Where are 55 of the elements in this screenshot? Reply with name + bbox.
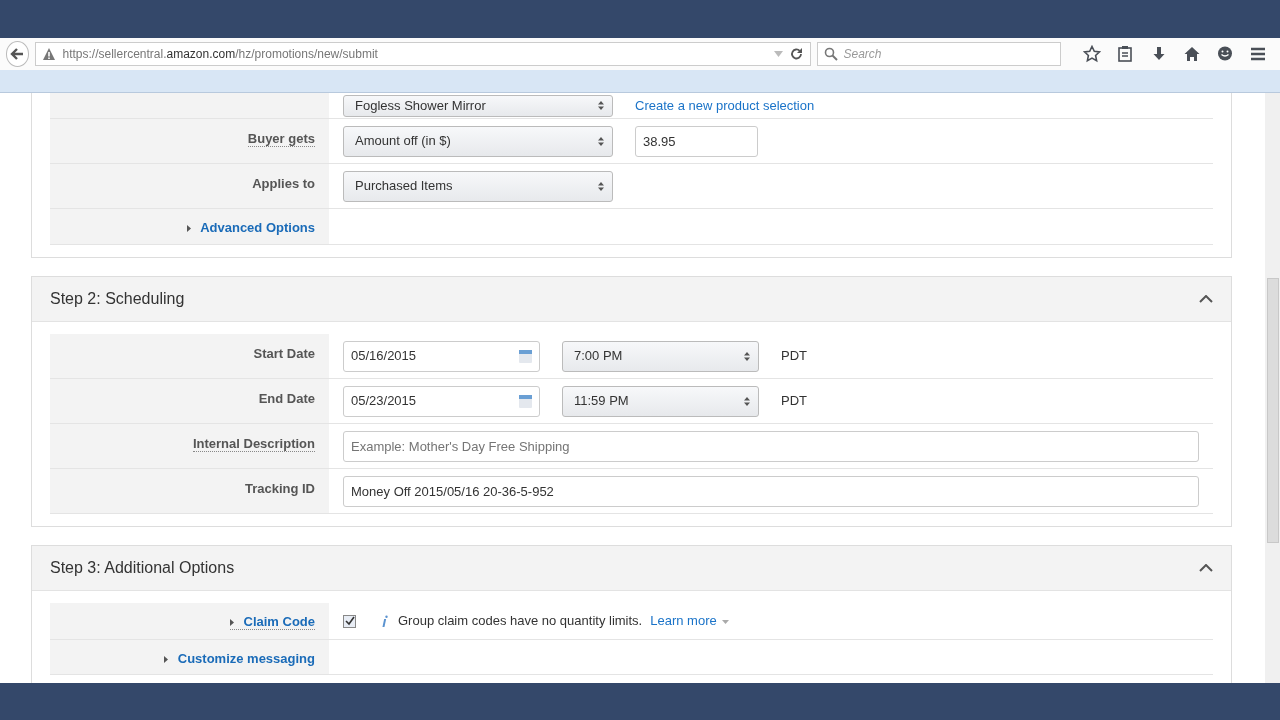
dropdown[interactable]: 11:59 PM: [562, 385, 759, 417]
collapse-chevron-icon[interactable]: [1199, 564, 1213, 572]
sort-arrows-icon: [598, 136, 604, 146]
expand-link[interactable]: Customize messaging: [164, 651, 315, 666]
back-button[interactable]: [6, 41, 30, 67]
warning-icon: [42, 47, 57, 61]
expand-link[interactable]: Advanced Options: [187, 220, 315, 235]
expand-triangle-icon: [164, 656, 169, 664]
caret-icon: [721, 619, 729, 624]
field-label: Applies to: [252, 176, 315, 191]
checkbox[interactable]: [343, 614, 356, 628]
calendar-icon[interactable]: [519, 394, 532, 408]
expand-triangle-icon: [229, 619, 234, 627]
learn-more-link[interactable]: Learn more: [650, 611, 729, 631]
sort-arrows-icon: [598, 101, 604, 110]
scrollbar[interactable]: [1265, 93, 1280, 683]
expand-link[interactable]: Claim Code: [229, 614, 315, 630]
back-arrow-icon: [10, 47, 26, 61]
section-title: Step 3: Additional Options: [50, 558, 235, 578]
text-field[interactable]: Money Off 2015/05/16 20-36-5-952: [343, 475, 1199, 507]
dropdown[interactable]: Fogless Shower Mirror: [343, 94, 613, 117]
chat-smile-icon[interactable]: [1216, 45, 1235, 63]
section-header[interactable]: Step 3: Additional Options: [32, 546, 1231, 591]
reload-icon[interactable]: [790, 47, 805, 61]
field-label: Buyer gets: [247, 131, 315, 147]
dropdown[interactable]: Amount off (in $): [343, 125, 613, 157]
sort-arrows-icon: [744, 396, 750, 406]
bookmark-star-icon[interactable]: [1083, 45, 1102, 63]
check-icon: [344, 616, 355, 626]
expand-triangle-icon: [187, 225, 191, 233]
product-selection-link[interactable]: Create a new product selection: [635, 95, 815, 116]
section-header[interactable]: Step 2: Scheduling: [32, 277, 1231, 322]
time-zone: PDT: [781, 347, 807, 366]
text-field[interactable]: Example: Mother's Day Free Shipping: [343, 430, 1199, 462]
field-label: Internal Description: [192, 436, 315, 452]
field-label: Tracking ID: [244, 481, 315, 496]
collapse-chevron-icon[interactable]: [1199, 295, 1213, 303]
menu-icon[interactable]: [1249, 45, 1268, 63]
dropdown[interactable]: 7:00 PM: [562, 340, 759, 372]
dropdown[interactable]: Purchased Items: [343, 170, 613, 202]
time-zone: PDT: [781, 392, 807, 411]
section-title: Step 2: Scheduling: [50, 289, 185, 309]
sort-arrows-icon: [744, 351, 750, 361]
info-icon: [382, 614, 390, 628]
info-text: Group claim codes have no quantity limits.: [398, 612, 643, 631]
sort-arrows-icon: [598, 181, 604, 191]
calendar-icon[interactable]: [519, 349, 532, 363]
clipboard-icon[interactable]: [1116, 45, 1135, 63]
home-icon[interactable]: [1182, 45, 1201, 63]
date-field[interactable]: 05/16/2015: [343, 340, 540, 372]
field-label: Start Date: [253, 346, 315, 361]
field-label: End Date: [258, 391, 315, 406]
amount-field[interactable]: 38.95: [635, 125, 758, 157]
date-field[interactable]: 05/23/2015: [343, 385, 540, 417]
search-icon: [824, 47, 839, 61]
